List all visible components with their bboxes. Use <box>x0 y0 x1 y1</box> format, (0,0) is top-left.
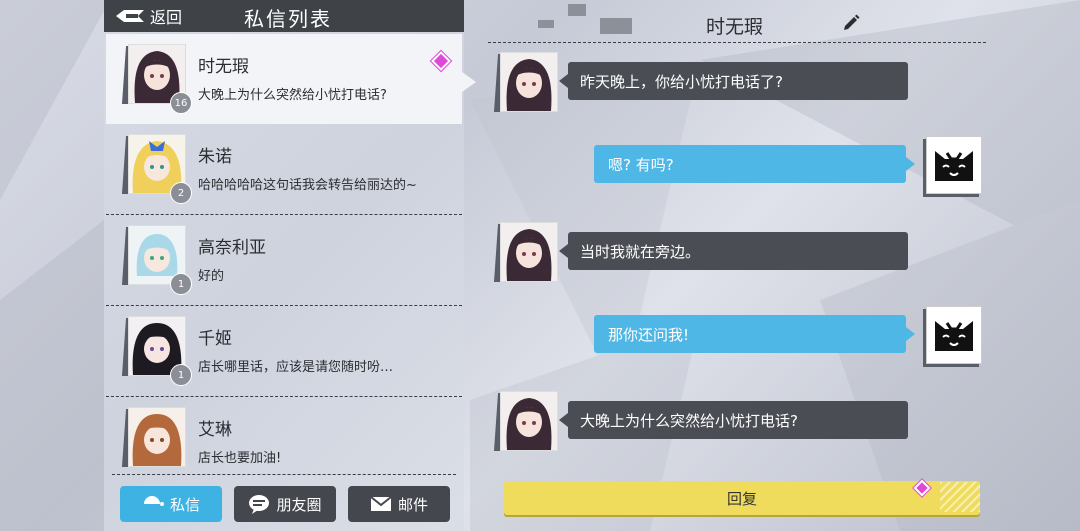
conversation-item[interactable]: 2 朱诺 哈哈哈哈哈这句话我会转告给丽达的~ <box>106 124 462 215</box>
unread-badge: 2 <box>170 182 192 204</box>
nav-moments-button[interactable]: 朋友圈 <box>234 486 336 522</box>
bottom-nav: 私信 朋友圈 邮件 <box>104 474 464 531</box>
contact-name: 艾琳 <box>198 420 232 440</box>
message-bubble: 大晚上为什么突然给小忧打电话? <box>559 401 908 439</box>
decor-block <box>600 18 632 34</box>
avatar: 2 <box>121 134 192 204</box>
chat-title: 时无瑕 <box>706 16 764 38</box>
list-header: 返回 私信列表 <box>104 0 464 32</box>
message-bubble: 嗯? 有吗? <box>594 145 915 183</box>
avatar <box>493 222 558 284</box>
chat-header-divider <box>488 42 986 43</box>
nav-mail-button[interactable]: 邮件 <box>348 486 450 522</box>
cat-icon <box>935 321 973 351</box>
unread-badge: 1 <box>170 273 192 295</box>
pencil-icon[interactable] <box>842 14 860 32</box>
contact-name: 时无瑕 <box>198 57 249 77</box>
decor-block <box>538 20 554 28</box>
message-preview: 哈哈哈哈哈这句话我会转告给丽达的~ <box>198 178 417 193</box>
contact-name: 千姬 <box>198 329 232 349</box>
back-label: 返回 <box>150 8 183 27</box>
unread-badge: 1 <box>170 364 192 386</box>
unread-diamond-icon <box>431 51 451 71</box>
moments-icon <box>249 495 270 514</box>
chat-icon <box>143 496 164 506</box>
conversation-list: 16 时无瑕 大晚上为什么突然给小忧打电话? 2 朱诺 哈哈哈哈哈这句话我会转告… <box>106 34 476 487</box>
contact-name: 朱诺 <box>198 147 232 167</box>
reply-button[interactable]: 回复 <box>504 481 980 515</box>
contact-name: 高奈利亚 <box>198 238 266 258</box>
conversation-item[interactable]: 1 千姬 店长哪里话，应该是请您随时吩… <box>106 306 462 397</box>
nav-label: 邮件 <box>397 495 428 514</box>
conversation-item[interactable]: 16 时无瑕 大晚上为什么突然给小忧打电话? <box>106 34 476 124</box>
mail-icon <box>370 496 392 511</box>
conversation-item[interactable]: 1 高奈利亚 好的 <box>106 215 462 306</box>
avatar <box>493 52 558 114</box>
player-avatar <box>926 136 982 194</box>
back-arrow-icon <box>116 10 144 22</box>
back-button[interactable]: 返回 <box>114 4 182 28</box>
cat-icon <box>935 151 973 181</box>
decor-block <box>568 4 586 16</box>
nav-private-message-button[interactable]: 私信 <box>120 486 222 522</box>
message-preview: 大晚上为什么突然给小忧打电话? <box>198 88 387 103</box>
message-preview: 店长哪里话，应该是请您随时吩… <box>198 360 394 375</box>
avatar: 16 <box>121 44 192 114</box>
page-title: 私信列表 <box>244 7 332 31</box>
message-bubble: 那你还问我! <box>594 315 915 353</box>
avatar: 1 <box>121 316 192 386</box>
nav-label: 私信 <box>169 495 200 514</box>
decor-stripes <box>940 482 980 512</box>
message-bubble: 昨天晚上，你给小忧打电话了? <box>559 62 908 100</box>
avatar <box>121 407 186 469</box>
avatar <box>493 391 558 453</box>
unread-badge: 16 <box>170 92 192 114</box>
message-preview: 好的 <box>198 269 225 284</box>
nav-label: 朋友圈 <box>276 495 322 514</box>
avatar: 1 <box>121 225 192 295</box>
message-bubble: 当时我就在旁边。 <box>559 232 908 270</box>
message-preview: 店长也要加油! <box>198 451 282 466</box>
player-avatar <box>926 306 982 364</box>
